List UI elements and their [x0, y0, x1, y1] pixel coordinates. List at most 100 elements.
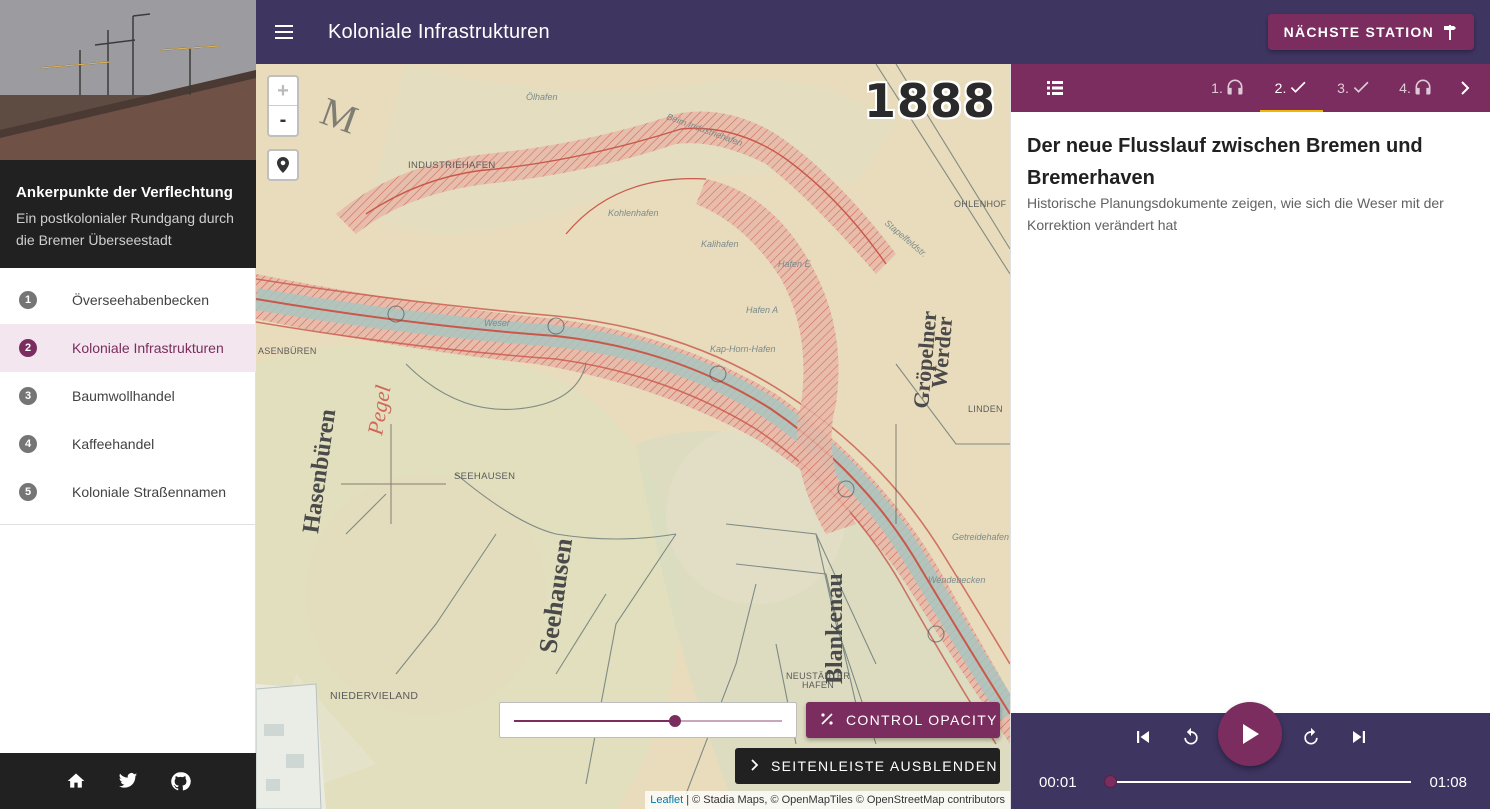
header-photo [0, 0, 256, 160]
openstreetmap-link[interactable]: OpenStreetMap [867, 794, 945, 806]
place-label: SEEHAUSEN [454, 471, 515, 482]
locate-button[interactable] [267, 149, 299, 181]
place-label: Weser [484, 318, 511, 328]
station-item-4[interactable]: 4 Kaffeehandel [0, 420, 256, 468]
zoom-control: + - [267, 75, 299, 137]
tabs-scroll-right-icon[interactable] [1453, 76, 1477, 100]
tab-label: 2. [1274, 80, 1287, 96]
historic-label: Blankenau [822, 573, 848, 684]
zoom-out-button[interactable]: - [269, 106, 297, 135]
tab-station-1[interactable]: 1. [1197, 64, 1259, 112]
station-label: Koloniale Straßennamen [72, 484, 227, 500]
home-icon[interactable] [65, 770, 87, 792]
map-year: 1888 [863, 74, 996, 128]
total-time: 01:08 [1429, 774, 1467, 791]
place-label: Wendebecken [928, 575, 985, 585]
opacity-slider-fill [514, 720, 675, 722]
historic-map-overlay: INDUSTRIEHAFEN SEEHAUSEN NIEDERVIELAND N… [256, 64, 1010, 809]
place-label: NIEDERVIELAND [330, 690, 418, 702]
station-content-subtitle: Historische Planungsdokumente zeigen, wi… [1027, 195, 1444, 233]
seek-bar[interactable] [1103, 775, 1411, 788]
station-item-2[interactable]: 2 Koloniale Infrastrukturen [0, 324, 256, 372]
tab-station-3[interactable]: 3. [1323, 64, 1385, 112]
station-number: 1 [19, 291, 37, 309]
map-attribution: Leaflet | © Stadia Maps, © OpenMapTiles … [645, 791, 1010, 809]
signpost-icon [1442, 22, 1458, 43]
station-label: Kaffeehandel [72, 436, 155, 452]
skip-next-icon[interactable] [1347, 725, 1371, 749]
map[interactable]: INDUSTRIEHAFEN SEEHAUSEN NIEDERVIELAND N… [256, 64, 1010, 809]
tab-station-2[interactable]: 2. [1260, 64, 1323, 112]
zoom-in-button[interactable]: + [269, 77, 297, 106]
tab-label: 3. [1337, 80, 1349, 96]
tab-station-4[interactable]: 4. [1385, 64, 1447, 112]
github-icon[interactable] [169, 770, 191, 792]
place-label: LINDEN [968, 404, 1003, 414]
replay-icon[interactable] [1179, 725, 1203, 749]
play-button[interactable] [1218, 702, 1282, 766]
audio-player: 00:01 01:08 [1011, 702, 1490, 809]
hide-sidebar-button[interactable]: SEITENLEISTE AUSBLENDEN [735, 748, 1000, 784]
page-title: Koloniale Infrastrukturen [328, 20, 550, 43]
station-label: Koloniale Infrastrukturen [72, 340, 224, 356]
app-title-block: Ankerpunkte der Verflechtung Ein postkol… [0, 160, 256, 268]
play-icon [1243, 724, 1259, 744]
control-opacity-label: CONTROL OPACITY [846, 712, 998, 728]
place-label: ASENBÜREN [258, 346, 317, 356]
current-time: 00:01 [1039, 774, 1077, 791]
station-number: 4 [19, 435, 37, 453]
place-label: Hafen E [778, 259, 812, 269]
seek-thumb[interactable] [1103, 775, 1117, 788]
forward-icon[interactable] [1299, 725, 1323, 749]
twitter-icon[interactable] [117, 770, 139, 792]
attribution-separator: | [686, 794, 690, 806]
station-list: 1 Överseehabenbecken 2 Koloniale Infrast… [0, 276, 256, 516]
station-number: 2 [19, 339, 37, 357]
station-number: 3 [19, 387, 37, 405]
headphones-icon [1413, 77, 1433, 100]
opacity-icon [820, 712, 834, 729]
divider [0, 524, 256, 525]
place-label: Kohlenhafen [608, 208, 659, 218]
place-label: Kap-Horn-Hafen [710, 344, 776, 354]
skip-previous-icon[interactable] [1131, 725, 1155, 749]
place-label: Hafen A [746, 305, 778, 315]
station-panel: 1. 2. 3. 4. Der neue Flusslauf zwischen … [1010, 64, 1490, 809]
check-icon [1351, 77, 1371, 100]
list-icon[interactable] [1045, 78, 1065, 98]
top-app-bar: Koloniale Infrastrukturen NÄCHSTE STATIO… [256, 0, 1490, 64]
place-label: Ölhafen [526, 92, 558, 102]
station-label: Överseehabenbecken [72, 292, 209, 308]
station-tabs: 1. 2. 3. 4. [1011, 64, 1490, 112]
leaflet-link[interactable]: Leaflet [650, 794, 683, 806]
opacity-slider-box [499, 702, 797, 738]
station-content-title: Der neue Flusslauf zwischen Bremen und B… [1027, 135, 1423, 189]
sidebar-footer [0, 753, 256, 809]
station-item-3[interactable]: 3 Baumwollhandel [0, 372, 256, 420]
opacity-slider[interactable] [514, 715, 782, 727]
app-subtitle: Ein postkolonialer Rundgang durch die Br… [16, 210, 234, 248]
app-title: Ankerpunkte der Verflechtung [16, 184, 234, 201]
next-station-button[interactable]: NÄCHSTE STATION [1267, 14, 1474, 50]
chevron-right-icon [749, 758, 759, 774]
location-pin-icon [277, 157, 289, 173]
next-station-label: NÄCHSTE STATION [1283, 24, 1434, 40]
attribution-copy: © [855, 794, 864, 806]
control-opacity-button[interactable]: CONTROL OPACITY [806, 702, 1000, 738]
headphones-icon [1225, 77, 1245, 100]
place-label: OHLENHOF [954, 199, 1007, 209]
opacity-slider-thumb[interactable] [668, 715, 681, 727]
tab-label: 4. [1399, 80, 1411, 96]
attribution-contributors: contributors [947, 794, 1005, 806]
place-label: INDUSTRIEHAFEN [408, 160, 496, 171]
check-icon [1288, 77, 1308, 100]
place-label: Getreidehafen [952, 532, 1009, 542]
station-item-1[interactable]: 1 Överseehabenbecken [0, 276, 256, 324]
station-label: Baumwollhandel [72, 388, 175, 404]
hide-sidebar-label: SEITENLEISTE AUSBLENDEN [771, 758, 998, 774]
place-label: Kalihafen [701, 239, 739, 249]
openmaptiles-link[interactable]: OpenMapTiles [782, 794, 853, 806]
station-item-5[interactable]: 5 Koloniale Straßennamen [0, 468, 256, 516]
menu-icon[interactable] [272, 20, 296, 44]
attribution-text: © Stadia Maps, © [692, 794, 779, 806]
